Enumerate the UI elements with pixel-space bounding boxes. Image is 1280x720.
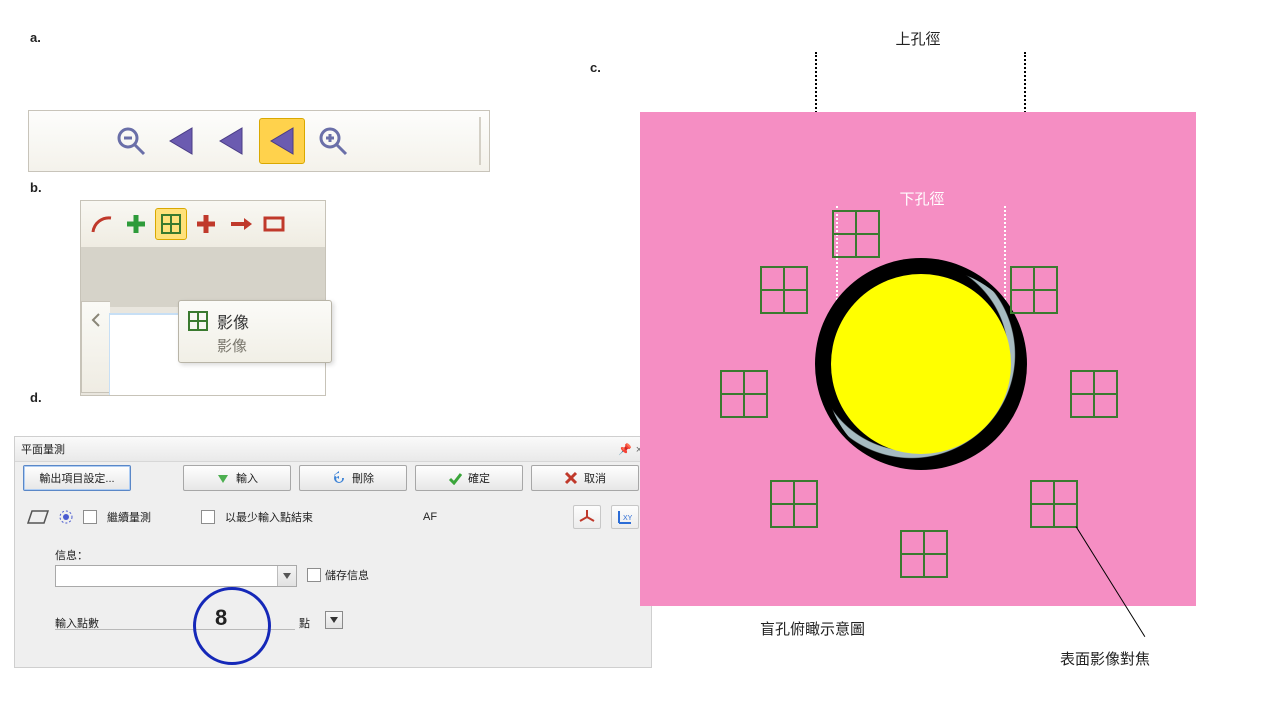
chevron-down-icon [329, 615, 339, 625]
x-icon [564, 471, 578, 485]
focus-point [900, 530, 948, 578]
input-button-label: 輸入 [236, 470, 258, 486]
grid-icon [187, 310, 209, 332]
message-combo[interactable] [55, 565, 297, 587]
annotation-circle [193, 587, 271, 665]
message-label: 信息： [55, 547, 88, 563]
add-green-button[interactable] [121, 209, 151, 239]
continuous-checkbox[interactable] [83, 510, 97, 524]
axis-xy-button[interactable]: XY [611, 505, 639, 529]
ok-button-label: 確定 [468, 470, 490, 486]
check-icon [448, 471, 462, 485]
output-settings-label: 輸出項目設定... [39, 470, 114, 486]
panel-d-title-text: 平面量測 [21, 441, 65, 457]
axis-3d-icon [578, 508, 596, 526]
nav-toolbar [28, 110, 490, 172]
surface-focus-label: 表面影像對焦 [1060, 648, 1150, 669]
chevron-down-icon[interactable] [277, 566, 296, 586]
nav-back-2-button[interactable] [209, 119, 253, 163]
gear-icon [59, 510, 73, 524]
axis-3d-button[interactable] [573, 505, 601, 529]
min-points-checkbox[interactable] [201, 510, 215, 524]
plus-red-icon [194, 212, 218, 236]
panel-b-side-tab[interactable] [81, 301, 110, 393]
save-message-checkbox[interactable] [307, 568, 321, 582]
lower-aperture-label: 下孔徑 [882, 188, 962, 209]
section-c-label: c. [590, 60, 601, 75]
rect-tool-button[interactable] [259, 209, 289, 239]
zoom-in-icon [316, 124, 350, 158]
diagram-caption: 盲孔俯瞰示意圖 [760, 618, 865, 639]
zoom-out-button[interactable] [109, 119, 153, 163]
panel-d-titlebar: 平面量測 📌 × [15, 437, 651, 462]
image-tooltip: 影像 影像 [178, 300, 332, 363]
zoom-in-button[interactable] [311, 119, 355, 163]
arrow-right-icon [228, 212, 252, 236]
undo-icon [332, 471, 346, 485]
input-button[interactable]: 輸入 [183, 465, 291, 491]
upper-aperture-label: 上孔徑 [878, 28, 958, 49]
arrow-down-icon [216, 471, 230, 485]
plus-green-icon [124, 212, 148, 236]
panel-b-toolbar [81, 201, 325, 248]
tooltip-subtitle: 影像 [187, 335, 323, 356]
focus-point [1010, 266, 1058, 314]
nav-back-2-icon [214, 124, 248, 158]
output-settings-button[interactable]: 輸出項目設定... [23, 465, 131, 491]
focus-point [1070, 370, 1118, 418]
panel-b-strip [81, 247, 325, 307]
cancel-button-label: 取消 [584, 470, 606, 486]
continuous-label: 繼續量測 [107, 509, 151, 525]
points-stepper[interactable] [325, 611, 343, 629]
af-label: AF [423, 511, 437, 523]
rect-icon [262, 212, 286, 236]
delete-button[interactable]: 刪除 [299, 465, 407, 491]
zoom-out-icon [114, 124, 148, 158]
svg-text:XY: XY [623, 515, 633, 522]
section-d-label: d. [30, 390, 42, 405]
grid-icon [160, 213, 182, 235]
nav-back-3-button[interactable] [159, 119, 203, 163]
arc-tool-button[interactable] [87, 209, 117, 239]
focus-point [760, 266, 808, 314]
focus-point [832, 210, 880, 258]
delete-button-label: 刪除 [352, 470, 374, 486]
cancel-button[interactable]: 取消 [531, 465, 639, 491]
panel-b [80, 200, 326, 396]
hole-inner [831, 274, 1011, 454]
tooltip-title: 影像 [217, 309, 249, 333]
arc-icon [90, 212, 114, 236]
plane-measure-panel: 平面量測 📌 × 輸出項目設定... 輸入 刪除 確定 取消 [14, 436, 652, 668]
min-points-label: 以最少輸入點結束 [225, 509, 313, 525]
nav-back-1-icon [265, 124, 299, 158]
nav-back-1-button[interactable] [259, 118, 305, 164]
focus-point [1030, 480, 1078, 528]
arrow-tool-button[interactable] [225, 209, 255, 239]
add-red-button[interactable] [191, 209, 221, 239]
chevron-left-icon [84, 308, 108, 332]
parallelogram-icon [27, 509, 49, 525]
axis-xy-icon: XY [616, 508, 634, 526]
pin-icon[interactable]: 📌 [618, 443, 630, 456]
message-combo-value [56, 564, 64, 582]
grid-tool-button[interactable] [155, 208, 187, 240]
section-a-label: a. [30, 30, 41, 45]
points-unit: 點 [299, 615, 310, 631]
toolbar-divider [479, 117, 481, 165]
focus-point [770, 480, 818, 528]
focus-point [720, 370, 768, 418]
section-b-label: b. [30, 180, 42, 195]
save-message-label: 儲存信息 [325, 567, 369, 583]
ok-button[interactable]: 確定 [415, 465, 523, 491]
nav-back-3-icon [164, 124, 198, 158]
